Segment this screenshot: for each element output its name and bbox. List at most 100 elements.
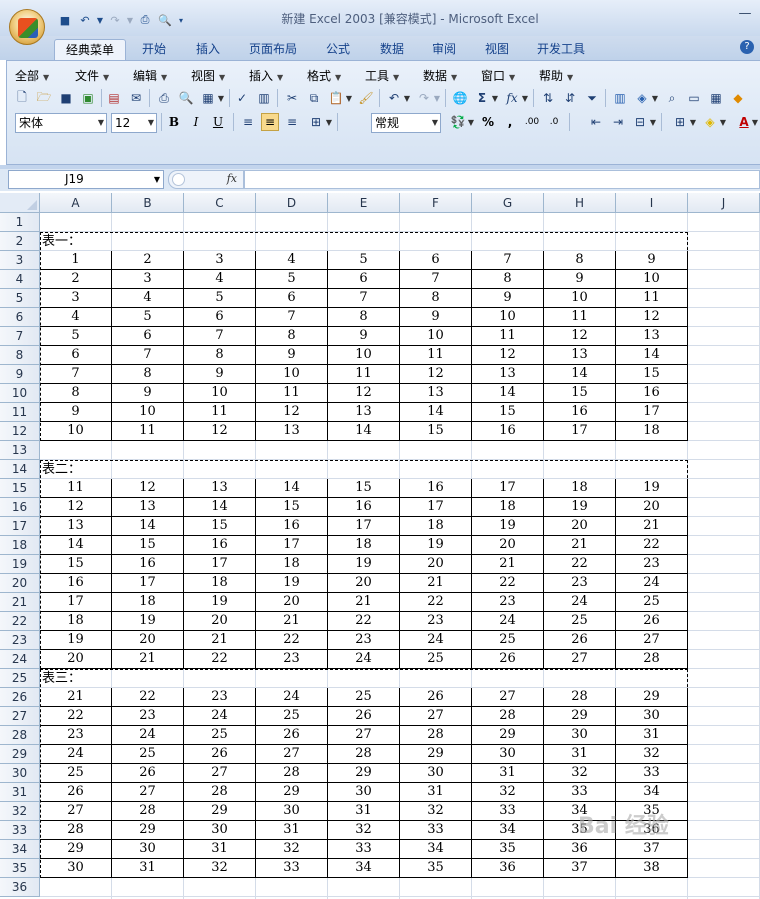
- table-cell[interactable]: 19: [472, 517, 544, 536]
- table-cell[interactable]: 28: [256, 764, 328, 783]
- table-cell[interactable]: 17: [616, 403, 688, 422]
- table-cell[interactable]: 25: [184, 726, 256, 745]
- column-header[interactable]: E: [328, 193, 400, 213]
- table-cell[interactable]: 25: [400, 650, 472, 669]
- row-header[interactable]: 4: [0, 270, 40, 289]
- table-cell[interactable]: 18: [472, 498, 544, 517]
- menu-window[interactable]: 窗口 ▼: [481, 67, 515, 84]
- table-cell[interactable]: 23: [472, 593, 544, 612]
- table-cell[interactable]: 32: [472, 783, 544, 802]
- table-cell[interactable]: 26: [544, 631, 616, 650]
- name-box[interactable]: J19 ▼: [8, 170, 164, 189]
- chevron-down-icon[interactable]: ▼: [325, 113, 333, 131]
- table-cell[interactable]: 20: [400, 555, 472, 574]
- table-cell[interactable]: 23: [328, 631, 400, 650]
- decrease-decimal-icon[interactable]: .0: [545, 113, 563, 131]
- table-cell[interactable]: 3: [40, 289, 112, 308]
- table-cell[interactable]: 6: [112, 327, 184, 346]
- table-cell[interactable]: 18: [328, 536, 400, 555]
- table-cell[interactable]: 10: [112, 403, 184, 422]
- chevron-down-icon[interactable]: ▼: [217, 89, 225, 107]
- table-cell[interactable]: 28: [184, 783, 256, 802]
- font-name-select[interactable]: 宋体 ▼: [15, 113, 107, 133]
- save-icon[interactable]: ■: [56, 11, 74, 29]
- table-cell[interactable]: 25: [472, 631, 544, 650]
- table-cell[interactable]: 4: [40, 308, 112, 327]
- hyperlink-icon[interactable]: 🌐: [451, 89, 469, 107]
- table-cell[interactable]: 29: [112, 821, 184, 840]
- row-header[interactable]: 5: [0, 289, 40, 308]
- table-cell[interactable]: 30: [40, 859, 112, 878]
- table-cell[interactable]: 6: [400, 251, 472, 270]
- row-header[interactable]: 9: [0, 365, 40, 384]
- table-cell[interactable]: 12: [40, 498, 112, 517]
- table-cell[interactable]: 31: [544, 745, 616, 764]
- table-cell[interactable]: 31: [112, 859, 184, 878]
- redo-icon[interactable]: ↷: [106, 11, 124, 29]
- align-right-icon[interactable]: ≡: [283, 113, 301, 131]
- table-cell[interactable]: 11: [184, 403, 256, 422]
- table-cell[interactable]: 8: [112, 365, 184, 384]
- table-cell[interactable]: 7: [40, 365, 112, 384]
- chevron-down-icon[interactable]: ▼: [651, 89, 659, 107]
- table-cell[interactable]: 28: [544, 688, 616, 707]
- redo-icon[interactable]: ↷: [415, 89, 433, 107]
- table-label[interactable]: 表三：: [40, 669, 81, 688]
- table-cell[interactable]: 11: [472, 327, 544, 346]
- table-label[interactable]: 表二：: [40, 460, 81, 479]
- table-cell[interactable]: 21: [256, 612, 328, 631]
- row-header[interactable]: 13: [0, 441, 40, 460]
- table-cell[interactable]: 10: [400, 327, 472, 346]
- chevron-down-icon[interactable]: ▼: [96, 11, 104, 29]
- table-cell[interactable]: 32: [544, 764, 616, 783]
- column-header[interactable]: B: [112, 193, 184, 213]
- decrease-indent-icon[interactable]: ⇤: [587, 113, 605, 131]
- table-cell[interactable]: 8: [184, 346, 256, 365]
- table-cell[interactable]: 6: [328, 270, 400, 289]
- row-header[interactable]: 32: [0, 802, 40, 821]
- table-cell[interactable]: 11: [616, 289, 688, 308]
- new-icon[interactable]: 🗋: [13, 89, 31, 107]
- table-cell[interactable]: 31: [472, 764, 544, 783]
- table-cell[interactable]: 16: [184, 536, 256, 555]
- table-cell[interactable]: 16: [616, 384, 688, 403]
- table-cell[interactable]: 11: [328, 365, 400, 384]
- table-cell[interactable]: 27: [184, 764, 256, 783]
- table-cell[interactable]: 9: [544, 270, 616, 289]
- table-cell[interactable]: 21: [400, 574, 472, 593]
- table-cell[interactable]: 10: [40, 422, 112, 441]
- table-cell[interactable]: 14: [544, 365, 616, 384]
- row-header[interactable]: 34: [0, 840, 40, 859]
- row-header[interactable]: 20: [0, 574, 40, 593]
- underline-icon[interactable]: U: [209, 113, 227, 131]
- table-cell[interactable]: 17: [400, 498, 472, 517]
- table-cell[interactable]: 12: [472, 346, 544, 365]
- table-cell[interactable]: 7: [184, 327, 256, 346]
- chevron-down-icon[interactable]: ▼: [689, 113, 697, 131]
- table-cell[interactable]: 32: [184, 859, 256, 878]
- menu-format[interactable]: 格式 ▼: [307, 67, 341, 84]
- table-cell[interactable]: 14: [256, 479, 328, 498]
- table-cell[interactable]: 30: [112, 840, 184, 859]
- table-cell[interactable]: 16: [112, 555, 184, 574]
- formula-input[interactable]: [244, 170, 760, 189]
- table-cell[interactable]: 23: [112, 707, 184, 726]
- table-cell[interactable]: 27: [256, 745, 328, 764]
- table-cell[interactable]: 12: [256, 403, 328, 422]
- table-cell[interactable]: 29: [616, 688, 688, 707]
- italic-icon[interactable]: I: [187, 113, 205, 131]
- table-cell[interactable]: 4: [112, 289, 184, 308]
- table-cell[interactable]: 10: [184, 384, 256, 403]
- table-cell[interactable]: 9: [400, 308, 472, 327]
- table-cell[interactable]: 33: [616, 764, 688, 783]
- table-cell[interactable]: 15: [256, 498, 328, 517]
- table-cell[interactable]: 12: [616, 308, 688, 327]
- table-cell[interactable]: 14: [184, 498, 256, 517]
- open-icon[interactable]: 🗁: [35, 89, 53, 107]
- column-header[interactable]: A: [40, 193, 112, 213]
- table-cell[interactable]: 26: [256, 726, 328, 745]
- row-header[interactable]: 3: [0, 251, 40, 270]
- table-cell[interactable]: 26: [184, 745, 256, 764]
- table-cell[interactable]: 28: [40, 821, 112, 840]
- table-cell[interactable]: 28: [616, 650, 688, 669]
